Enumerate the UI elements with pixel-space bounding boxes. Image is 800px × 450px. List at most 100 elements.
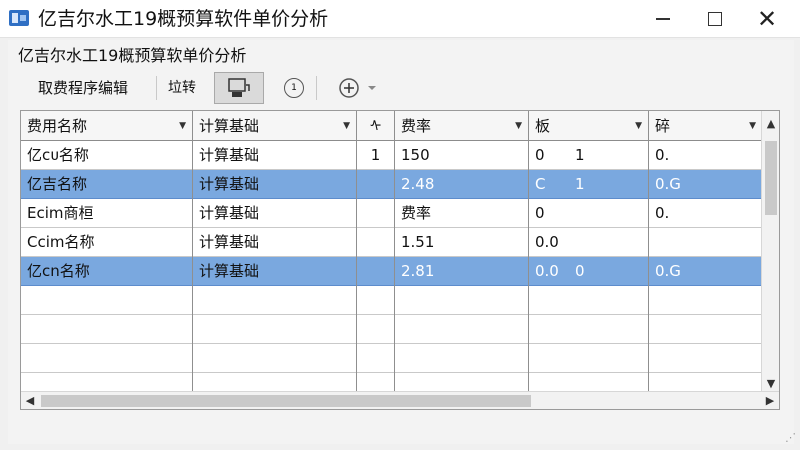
cell-name[interactable]: 亿吉名称	[21, 170, 193, 199]
cell-name[interactable]: Ccim名称	[21, 228, 193, 257]
scroll-right-icon[interactable]: ▶	[761, 392, 779, 409]
cell-rate[interactable]: 150	[395, 141, 529, 170]
cell-basis[interactable]: 计算基础	[193, 141, 357, 170]
vertical-scrollbar[interactable]: ▲ ▼	[761, 111, 779, 393]
cost-grid[interactable]: 费用名称 ▼ 计算基础 ▼ ᠰ 费率 ▼ 板 ▼ 碎 ▼ 亿ᴄᴜ名称 计算基础 1 150…	[20, 110, 780, 410]
add-dropdown-button[interactable]	[366, 82, 378, 94]
cell-empty[interactable]	[193, 286, 357, 315]
grid-header: 费用名称 ▼ 计算基础 ▼ ᠰ 费率 ▼ 板 ▼ 碎 ▼	[21, 111, 763, 141]
printer-button[interactable]	[214, 72, 264, 104]
cell-index[interactable]	[357, 170, 395, 199]
cell-index[interactable]	[357, 228, 395, 257]
cell-empty[interactable]	[357, 315, 395, 344]
cell-index[interactable]: 1	[357, 141, 395, 170]
cell-board-extra: 1	[575, 175, 585, 193]
cell-empty[interactable]	[357, 344, 395, 373]
table-row[interactable]: Ccim名称 计算基础 1.51 0.0	[21, 228, 763, 257]
plus-icon	[339, 78, 359, 98]
cell-board[interactable]: C1	[529, 170, 649, 199]
cell-board[interactable]: 01	[529, 141, 649, 170]
cell-crush[interactable]	[649, 228, 763, 257]
cell-empty[interactable]	[395, 315, 529, 344]
cell-rate[interactable]: 2.81	[395, 257, 529, 286]
cell-index[interactable]	[357, 199, 395, 228]
column-header-label: 板	[535, 117, 551, 135]
sort-arrow-icon: ▼	[179, 121, 186, 131]
cell-name[interactable]: Ecim商桓	[21, 199, 193, 228]
cell-empty[interactable]	[649, 286, 763, 315]
column-header-label: 计算基础	[199, 117, 260, 135]
cell-board-value: 0	[535, 146, 545, 164]
add-button[interactable]	[338, 76, 362, 100]
sort-arrow-icon: ▼	[635, 121, 642, 131]
cell-name[interactable]: 亿ᴄᴜ名称	[21, 141, 193, 170]
cell-empty[interactable]	[21, 286, 193, 315]
cell-board[interactable]: 0.0 0	[529, 257, 649, 286]
table-row[interactable]: 亿cn名称 计算基础 2.81 0.0 0 0.G	[21, 257, 763, 286]
table-row[interactable]: 亿ᴄᴜ名称 计算基础 1 150 01 0.	[21, 141, 763, 170]
cell-empty[interactable]	[395, 344, 529, 373]
clock-button[interactable]: 1	[284, 78, 304, 98]
scroll-up-icon[interactable]: ▲	[762, 117, 779, 130]
cell-basis[interactable]: 计算基础	[193, 199, 357, 228]
table-row[interactable]	[21, 286, 763, 315]
cell-board-value: 0.0	[535, 262, 559, 280]
cell-board[interactable]: 0.0	[529, 228, 649, 257]
column-header-board[interactable]: 板 ▼	[529, 111, 649, 141]
cell-empty[interactable]	[193, 315, 357, 344]
cell-board-extra: 1	[575, 146, 585, 164]
minimize-icon	[656, 18, 670, 20]
cell-crush[interactable]: 0.	[649, 141, 763, 170]
maximize-button[interactable]	[690, 0, 740, 38]
scroll-left-icon[interactable]: ◀	[21, 392, 39, 409]
cell-empty[interactable]	[529, 344, 649, 373]
horizontal-scroll-thumb[interactable]	[41, 395, 531, 407]
cell-crush[interactable]: 0.G	[649, 170, 763, 199]
toolbar-separator	[156, 76, 157, 100]
cell-basis[interactable]: 计算基础	[193, 257, 357, 286]
toolbar-label: 取费程序编辑	[38, 79, 129, 97]
sort-arrow-icon: ▼	[749, 121, 756, 131]
cell-index[interactable]	[357, 257, 395, 286]
column-header-name[interactable]: 费用名称 ▼	[21, 111, 193, 141]
table-row[interactable]	[21, 315, 763, 344]
cell-rate[interactable]: 2.48	[395, 170, 529, 199]
column-header-rate[interactable]: 费率 ▼	[395, 111, 529, 141]
cell-empty[interactable]	[357, 286, 395, 315]
cell-basis[interactable]: 计算基础	[193, 228, 357, 257]
horizontal-scrollbar[interactable]: ◀ ▶	[21, 391, 779, 409]
cell-empty[interactable]	[649, 344, 763, 373]
scroll-down-icon[interactable]: ▼	[762, 377, 779, 390]
cell-rate[interactable]: 1.51	[395, 228, 529, 257]
panel-title: 亿吉尔水工19概预算软单价分析	[18, 46, 247, 65]
printer-icon	[228, 78, 250, 97]
minimize-button[interactable]	[638, 0, 688, 38]
cell-board[interactable]: 0	[529, 199, 649, 228]
toolbar-text-button[interactable]: 垃转	[168, 76, 196, 100]
cell-rate[interactable]: 费率	[395, 199, 529, 228]
table-row[interactable]: 亿吉名称 计算基础 2.48 C1 0.G	[21, 170, 763, 199]
cell-empty[interactable]	[529, 315, 649, 344]
cell-empty[interactable]	[395, 286, 529, 315]
cell-empty[interactable]	[21, 315, 193, 344]
sort-arrow-icon: ▼	[343, 121, 350, 131]
column-header-basis[interactable]: 计算基础 ▼	[193, 111, 357, 141]
close-button[interactable]: ✕	[742, 0, 792, 38]
vertical-scroll-thumb[interactable]	[765, 141, 777, 215]
cell-empty[interactable]	[193, 344, 357, 373]
column-header-label: ᠰ	[369, 117, 382, 135]
cell-crush[interactable]: 0.	[649, 199, 763, 228]
column-header-index[interactable]: ᠰ	[357, 111, 395, 141]
sort-arrow-icon: ▼	[515, 121, 522, 131]
resize-grip-icon[interactable]: ⋰	[780, 430, 796, 446]
cell-basis[interactable]: 计算基础	[193, 170, 357, 199]
cell-empty[interactable]	[529, 286, 649, 315]
cell-crush[interactable]: 0.G	[649, 257, 763, 286]
column-header-label: 费率	[401, 117, 432, 135]
cell-empty[interactable]	[649, 315, 763, 344]
table-row[interactable]	[21, 344, 763, 373]
cell-name[interactable]: 亿cn名称	[21, 257, 193, 286]
column-header-crush[interactable]: 碎 ▼	[649, 111, 763, 141]
table-row[interactable]: Ecim商桓 计算基础 费率 0 0.	[21, 199, 763, 228]
cell-empty[interactable]	[21, 344, 193, 373]
